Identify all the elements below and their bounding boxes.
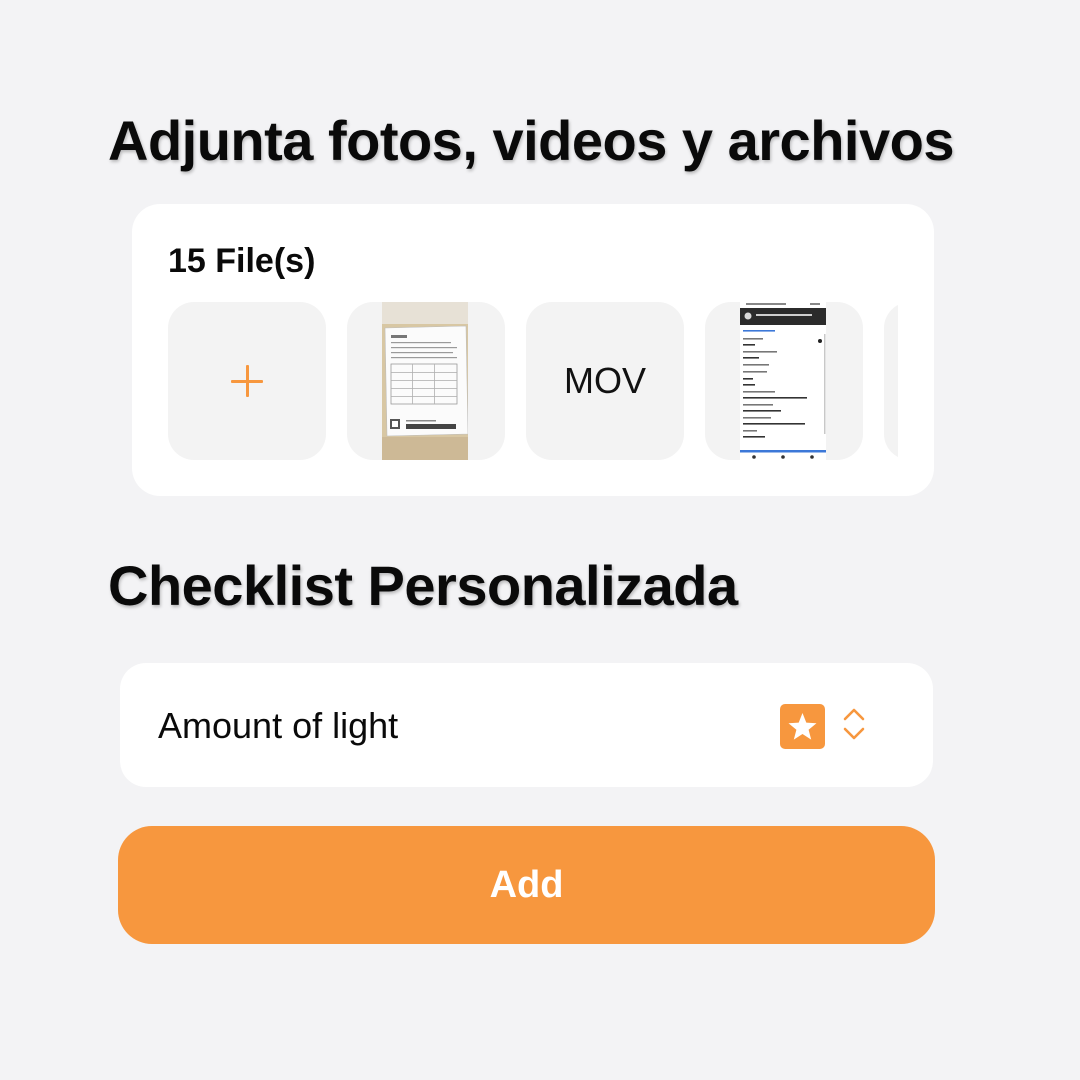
thumbnail-more[interactable]	[884, 302, 898, 460]
checklist-title: Checklist Personalizada	[108, 554, 738, 617]
attachments-title: Adjunta fotos, videos y archivos	[108, 109, 954, 172]
checklist-item-label: Amount of light	[158, 705, 399, 746]
screenshot-icon	[740, 302, 826, 460]
thumbnail-strip[interactable]: MOV	[168, 302, 898, 460]
thumbnail-video[interactable]: MOV	[526, 302, 684, 460]
plus-icon	[231, 365, 263, 397]
thumbnail-screenshot[interactable]	[705, 302, 863, 460]
attachments-card: 15 File(s) MOV	[132, 204, 934, 496]
star-icon	[780, 704, 825, 749]
add-file-button[interactable]	[168, 302, 326, 460]
checklist-item[interactable]: Amount of light	[120, 663, 933, 787]
add-button[interactable]: Add	[118, 826, 935, 944]
video-format-label: MOV	[563, 360, 646, 401]
file-count-label: 15 File(s)	[168, 242, 316, 280]
screenshot-image	[740, 302, 826, 460]
document-photo-icon	[382, 302, 469, 460]
document-photo-image	[382, 302, 469, 460]
chevron-up-down-icon[interactable]	[842, 707, 866, 741]
thumbnail-document-photo[interactable]	[347, 302, 505, 460]
